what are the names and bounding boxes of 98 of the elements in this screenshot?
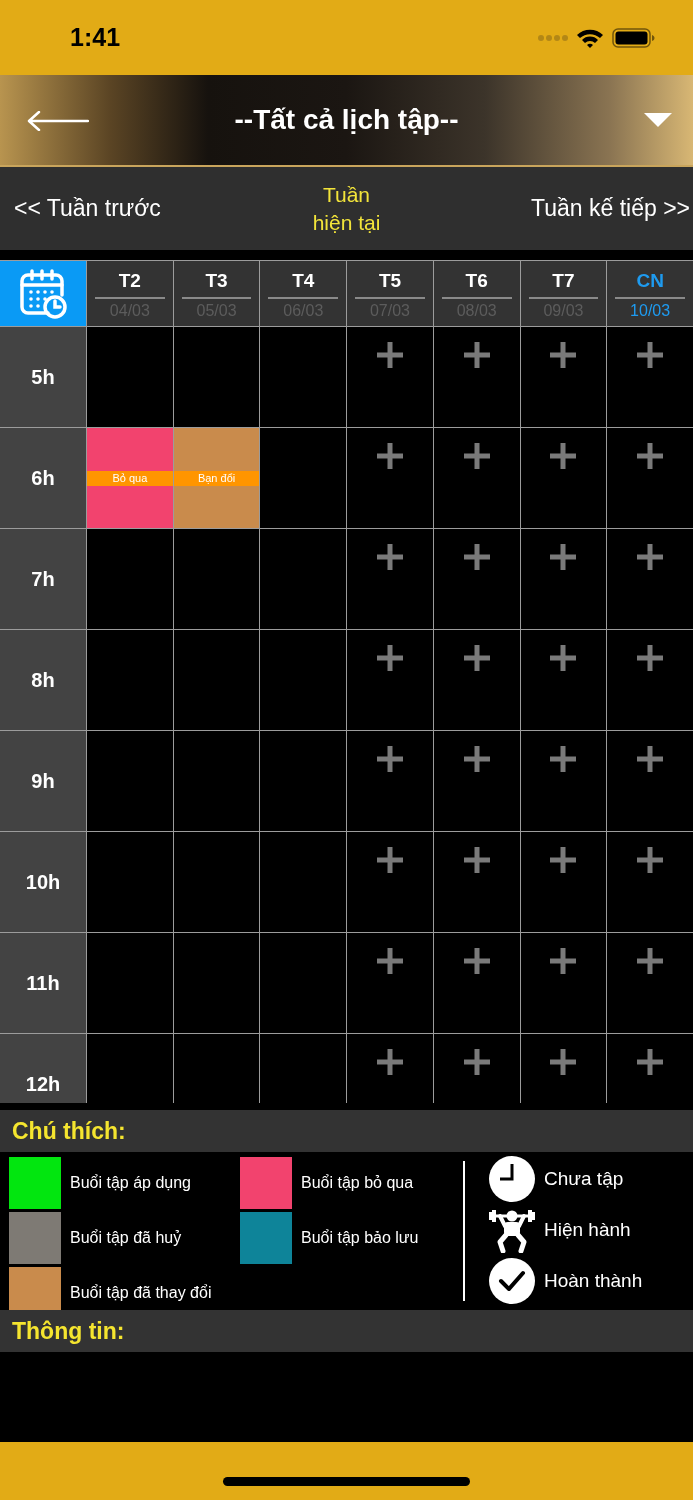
- plus-icon[interactable]: [550, 847, 577, 873]
- calendar-cell[interactable]: [520, 327, 607, 427]
- plus-icon[interactable]: [463, 1049, 490, 1075]
- plus-icon[interactable]: [637, 746, 664, 772]
- event-label: Bạn đổi: [173, 470, 260, 486]
- plus-icon[interactable]: [637, 342, 664, 368]
- plus-icon[interactable]: [550, 443, 577, 469]
- plus-icon[interactable]: [637, 443, 664, 469]
- calendar-cell[interactable]: [433, 630, 520, 730]
- calendar-cell[interactable]: [433, 327, 520, 427]
- day-tab[interactable]: CN 10/03: [607, 261, 693, 326]
- plus-icon[interactable]: [377, 645, 403, 671]
- event-label: Bỏ qua: [87, 470, 173, 486]
- legend-label: Buổi tập đã huỷ: [70, 1227, 182, 1248]
- calendar-cell[interactable]: [520, 933, 607, 1033]
- calendar-cell[interactable]: [347, 630, 433, 730]
- calendar-cell[interactable]: [607, 529, 693, 629]
- calendar-cell[interactable]: [607, 428, 693, 528]
- back-arrow-icon[interactable]: [27, 111, 89, 131]
- calendar-cell[interactable]: [520, 428, 607, 528]
- calendar-cell[interactable]: [520, 731, 607, 831]
- calendar-cell[interactable]: [347, 327, 433, 427]
- legend-title: Chú thích:: [12, 1116, 126, 1146]
- calendar-cell[interactable]: [433, 529, 520, 629]
- plus-icon[interactable]: [463, 342, 490, 368]
- check-icon: [489, 1258, 535, 1304]
- status-label: Hoàn thành: [544, 1268, 643, 1293]
- page-title[interactable]: --Tất cả lịch tập--: [234, 99, 459, 141]
- calendar-button[interactable]: [0, 261, 86, 326]
- weightlifter-icon: [489, 1207, 535, 1253]
- time-cell: 8h: [0, 630, 86, 730]
- dropdown-caret-icon[interactable]: [644, 113, 672, 127]
- time-cell: 7h: [0, 529, 86, 629]
- calendar-cell[interactable]: [433, 1034, 520, 1103]
- calendar-cell[interactable]: [607, 327, 693, 427]
- calendar-cell[interactable]: [607, 731, 693, 831]
- info-title: Thông tin:: [12, 1316, 125, 1346]
- plus-icon[interactable]: [377, 342, 403, 368]
- wifi-icon: [576, 27, 604, 48]
- plus-icon[interactable]: [550, 544, 577, 570]
- plus-icon[interactable]: [637, 544, 664, 570]
- calendar-cell[interactable]: [607, 933, 693, 1033]
- plus-icon[interactable]: [463, 847, 490, 873]
- status-label: Hiện hành: [544, 1217, 631, 1242]
- plus-icon[interactable]: [637, 948, 664, 974]
- calendar-cell[interactable]: [607, 832, 693, 932]
- plus-icon[interactable]: [637, 645, 664, 671]
- clock-icon: [489, 1156, 535, 1202]
- plus-icon[interactable]: [550, 948, 577, 974]
- plus-icon[interactable]: [377, 443, 403, 469]
- calendar-cell[interactable]: [433, 933, 520, 1033]
- legend-label: Buổi tập áp dụng: [70, 1172, 191, 1193]
- calendar-cell[interactable]: [347, 731, 433, 831]
- calendar-cell[interactable]: [520, 529, 607, 629]
- plus-icon[interactable]: [377, 544, 403, 570]
- time-cell: 9h: [0, 731, 86, 831]
- clock-time: 1:41: [70, 21, 121, 53]
- previous-week-button[interactable]: << Tuần trước: [0, 191, 161, 226]
- next-week-button[interactable]: Tuần kế tiếp >>: [531, 191, 693, 226]
- legend-label: Buổi tập bảo lưu: [301, 1227, 419, 1248]
- plus-icon[interactable]: [463, 645, 490, 671]
- battery-icon: [612, 27, 655, 48]
- current-week-button[interactable]: Tuần hiện tại: [304, 180, 389, 237]
- status-label: Chưa tập: [544, 1166, 624, 1191]
- time-cell: 12h: [0, 1034, 86, 1103]
- legend-label: Buổi tập bỏ qua: [301, 1172, 414, 1193]
- calendar-cell[interactable]: [520, 832, 607, 932]
- plus-icon[interactable]: [377, 1049, 403, 1075]
- time-cell: 6h: [0, 428, 86, 528]
- plus-icon[interactable]: [463, 948, 490, 974]
- signal-icon: [538, 34, 568, 41]
- calendar-cell[interactable]: [607, 630, 693, 730]
- plus-icon[interactable]: [377, 847, 403, 873]
- calendar-cell[interactable]: [347, 428, 433, 528]
- plus-icon[interactable]: [637, 847, 664, 873]
- calendar-clock-icon: [18, 268, 68, 319]
- plus-icon[interactable]: [377, 746, 403, 772]
- time-cell: 5h: [0, 327, 86, 427]
- plus-icon[interactable]: [463, 544, 490, 570]
- time-cell: 11h: [0, 933, 86, 1033]
- time-cell: 10h: [0, 832, 86, 932]
- calendar-cell[interactable]: [347, 933, 433, 1033]
- plus-icon[interactable]: [550, 1049, 577, 1075]
- legend-label: Buổi tập đã thay đổi: [70, 1282, 212, 1303]
- calendar-cell[interactable]: [433, 832, 520, 932]
- calendar-cell[interactable]: [520, 1034, 607, 1103]
- plus-icon[interactable]: [550, 746, 577, 772]
- plus-icon[interactable]: [377, 948, 403, 974]
- plus-icon[interactable]: [637, 1049, 664, 1075]
- calendar-cell[interactable]: [433, 731, 520, 831]
- plus-icon[interactable]: [463, 746, 490, 772]
- calendar-cell[interactable]: [347, 832, 433, 932]
- plus-icon[interactable]: [463, 443, 490, 469]
- calendar-cell[interactable]: [347, 529, 433, 629]
- calendar-cell[interactable]: [433, 428, 520, 528]
- plus-icon[interactable]: [550, 645, 577, 671]
- calendar-cell[interactable]: [520, 630, 607, 730]
- plus-icon[interactable]: [550, 342, 577, 368]
